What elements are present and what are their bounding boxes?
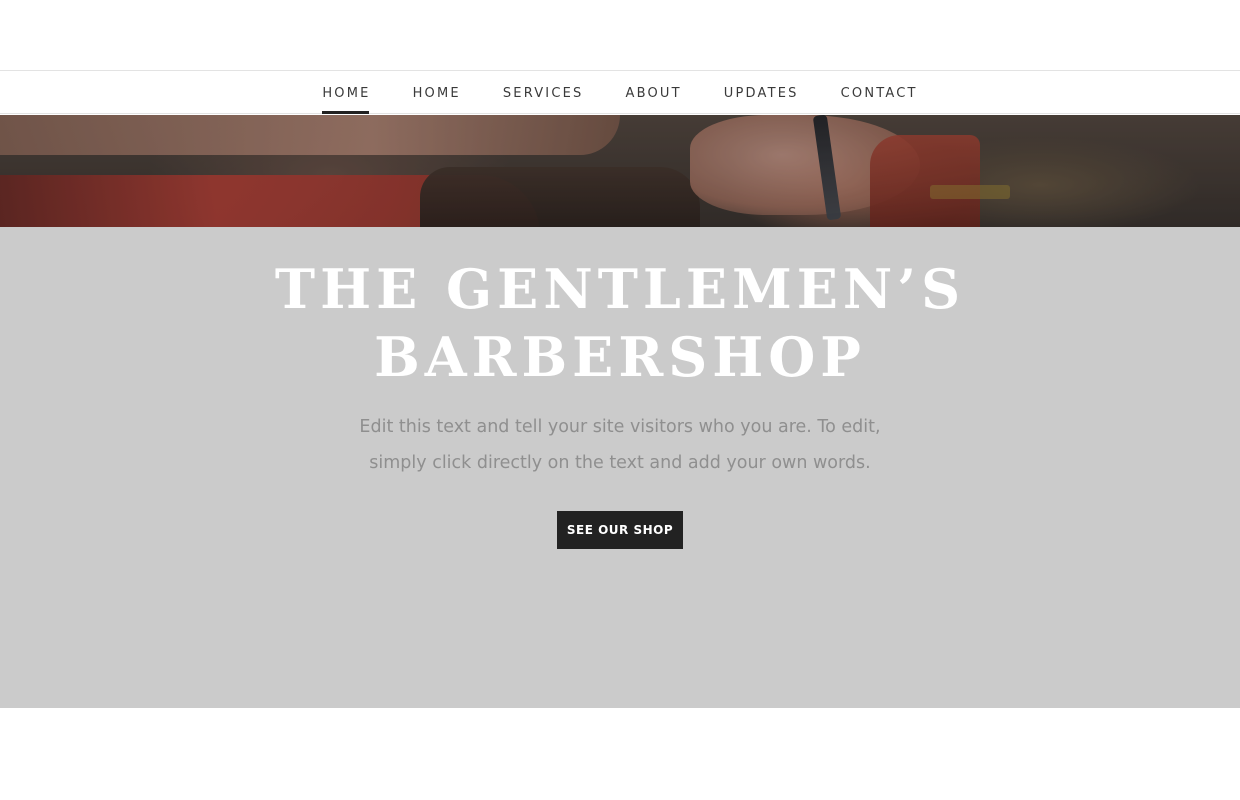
hero-title: THE GENTLEMEN’S BARBERSHOP bbox=[220, 255, 1020, 391]
hero-title-line-1: THE GENTLEMEN’S bbox=[274, 257, 966, 321]
header-blank-area bbox=[0, 0, 1240, 70]
page: HOME HOME SERVICES ABOUT UPDATES CONTACT… bbox=[0, 0, 1240, 800]
main-navigation: HOME HOME SERVICES ABOUT UPDATES CONTACT bbox=[0, 70, 1240, 114]
see-our-shop-button[interactable]: SEE OUR SHOP bbox=[557, 511, 683, 549]
nav-item-home-active[interactable]: HOME bbox=[322, 71, 370, 115]
nav-list: HOME HOME SERVICES ABOUT UPDATES CONTACT bbox=[0, 71, 1240, 115]
nav-item-services[interactable]: SERVICES bbox=[503, 71, 584, 115]
nav-item-about[interactable]: ABOUT bbox=[626, 71, 682, 115]
photo-overlay bbox=[0, 115, 1240, 227]
hero-description: Edit this text and tell your site visito… bbox=[359, 417, 881, 473]
nav-item-home[interactable]: HOME bbox=[413, 71, 461, 115]
hero-background-photo bbox=[0, 115, 1240, 227]
nav-item-updates[interactable]: UPDATES bbox=[724, 71, 799, 115]
hero-section: THE GENTLEMEN’S BARBERSHOP Edit this tex… bbox=[0, 227, 1240, 708]
below-hero-blank-area bbox=[0, 708, 1240, 800]
nav-item-contact[interactable]: CONTACT bbox=[841, 71, 918, 115]
hero-title-line-2: BARBERSHOP bbox=[374, 325, 866, 389]
